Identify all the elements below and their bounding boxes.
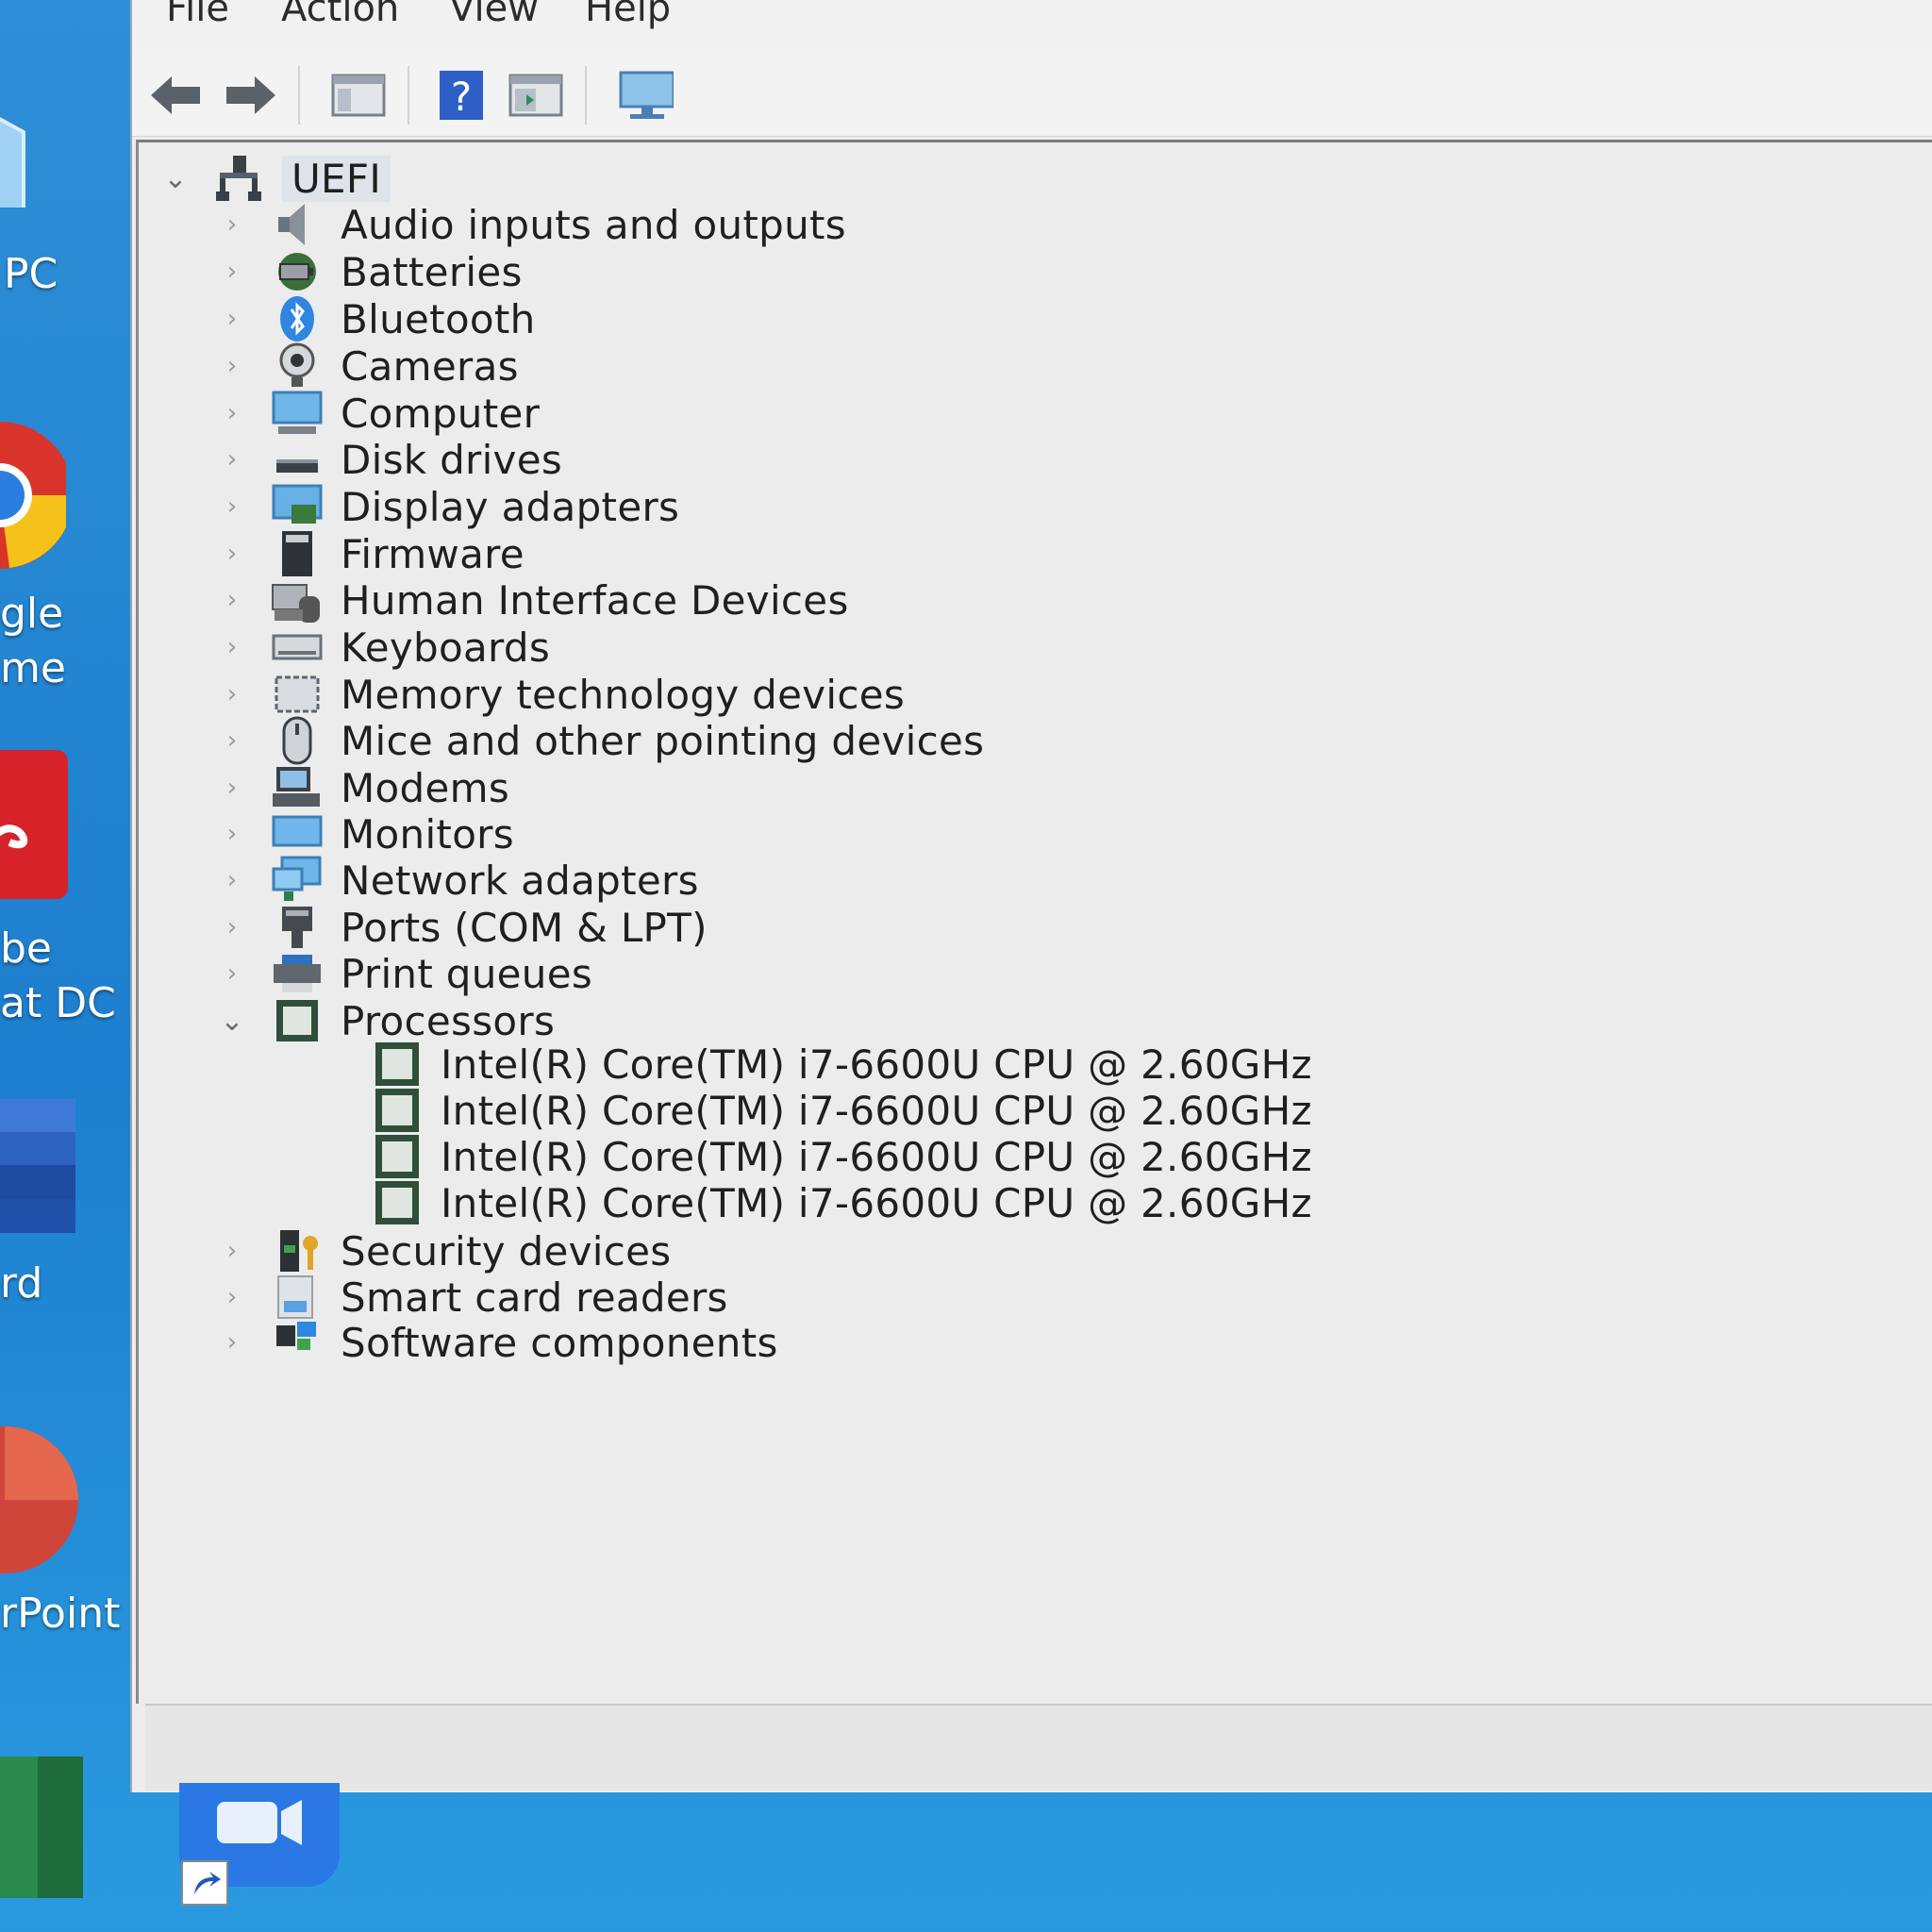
back-arrow-icon[interactable] [147,68,204,123]
excel-icon[interactable] [0,1757,83,1898]
desktop-label: be [0,924,52,973]
status-bar [145,1704,1932,1790]
display-adapter-icon [271,482,324,531]
tree-item-label: Security devices [341,1227,672,1274]
chevron-right-icon[interactable]: › [218,540,246,568]
tree-item-label: Ports (COM & LPT) [341,904,708,951]
tree-item-label: Batteries [341,248,523,295]
svg-text:?: ? [451,74,472,120]
menu-file[interactable]: File [166,0,229,30]
tree-item-label: Human Interface Devices [341,576,849,624]
chevron-right-icon[interactable]: › [218,305,246,333]
menu-action[interactable]: Action [281,0,399,30]
tree-item-label: Display adapters [341,483,680,530]
device-manager-window: File Action View Help ? ⌄ UEFI › Audio i… [130,0,1932,1792]
adobe-acrobat-icon[interactable] [0,750,68,899]
desktop-label: gle [0,590,64,638]
chevron-right-icon[interactable]: › [218,258,246,286]
chevron-right-icon[interactable]: › [218,959,246,988]
processor-chip-icon [371,1178,424,1227]
tree-category-item[interactable]: › Software components [218,1314,778,1371]
properties-pane-icon[interactable] [508,68,564,123]
tree-item-label: Computer [341,390,541,437]
battery-icon [271,247,324,296]
camera-icon [271,341,324,391]
chevron-right-icon[interactable]: › [218,1328,246,1357]
software-component-icon [271,1318,324,1367]
tree-item-label: Disk drives [341,436,563,483]
desktop-label: rd [0,1259,43,1307]
chevron-right-icon[interactable]: › [218,866,246,894]
keyboard-icon [271,623,324,672]
chevron-right-icon[interactable]: › [218,1283,246,1311]
tree-item-label: Intel(R) Core(TM) i7-6600U CPU @ 2.60GHz [441,1087,1312,1134]
chevron-right-icon[interactable]: › [218,726,246,755]
toolbar-separator [408,66,409,125]
shortcut-arrow-icon [181,1860,228,1906]
tree-item-label: Modems [341,764,510,811]
network-adapter-icon [271,856,324,905]
show-hide-console-tree-icon[interactable] [330,68,387,123]
monitor-icon[interactable] [617,68,674,123]
tree-item-label: Mice and other pointing devices [341,717,985,764]
menu-view[interactable]: View [449,0,539,30]
chevron-right-icon[interactable]: › [218,774,246,802]
mouse-icon [271,716,324,765]
chevron-right-icon[interactable]: › [218,445,246,474]
tree-item-label: Keyboards [341,624,551,671]
printer-icon [271,949,324,998]
tree-item-label: Network adapters [341,857,699,904]
chevron-right-icon[interactable]: › [218,820,246,848]
chevron-right-icon[interactable]: › [218,680,246,708]
processor-icon [271,996,324,1045]
bluetooth-icon [271,294,324,343]
tree-item-label: Firmware [341,530,525,577]
word-icon[interactable] [0,1099,75,1233]
toolbar-separator [585,66,587,125]
menu-help[interactable]: Help [585,0,671,30]
tree-item-label: Cameras [341,342,519,390]
chevron-right-icon[interactable]: › [218,1237,246,1265]
desktop-label: at DC [0,979,116,1027]
tree-item-label: Software components [341,1319,778,1366]
disk-drive-icon [271,435,324,484]
toolbar: ? [132,51,1932,137]
powerpoint-icon[interactable] [0,1424,85,1579]
chrome-icon[interactable] [0,415,74,579]
tree-item-label: Memory technology devices [341,671,906,718]
desktop-label: rPoint [0,1590,121,1638]
tree-item-label: Print queues [341,950,593,997]
toolbar-separator [298,66,300,125]
desktop-label: PC [4,250,58,298]
tree-root-label: UEFI [282,155,391,202]
chevron-down-icon[interactable]: ⌄ [161,162,190,195]
tree-item-label: Intel(R) Core(TM) i7-6600U CPU @ 2.60GHz [441,1179,1312,1226]
chevron-right-icon[interactable]: › [218,399,246,427]
chevron-right-icon[interactable]: › [218,586,246,614]
chevron-right-icon[interactable]: › [218,492,246,521]
tree-item-label: Audio inputs and outputs [341,201,846,248]
forward-arrow-icon[interactable] [223,68,279,123]
chevron-right-icon[interactable]: › [218,352,246,380]
device-tree: ⌄ UEFI › Audio inputs and outputs › Batteri… [136,140,1932,1704]
chevron-right-icon[interactable]: › [218,913,246,941]
tree-item-label: Bluetooth [341,295,536,342]
desktop-label: me [0,644,66,692]
tree-item-label: Monitors [341,810,514,858]
speaker-icon [271,200,324,249]
menu-bar: File Action View Help [132,0,1932,51]
tree-item-label: Intel(R) Core(TM) i7-6600U CPU @ 2.60GHz [441,1041,1312,1088]
help-icon[interactable]: ? [434,68,491,123]
hid-icon [271,575,324,625]
chevron-right-icon[interactable]: › [218,633,246,661]
tree-item-label: Intel(R) Core(TM) i7-6600U CPU @ 2.60GHz [441,1133,1312,1180]
chevron-right-icon[interactable]: › [218,210,246,239]
chevron-down-icon[interactable]: ⌄ [218,1005,246,1038]
this-pc-icon[interactable] [0,94,57,240]
